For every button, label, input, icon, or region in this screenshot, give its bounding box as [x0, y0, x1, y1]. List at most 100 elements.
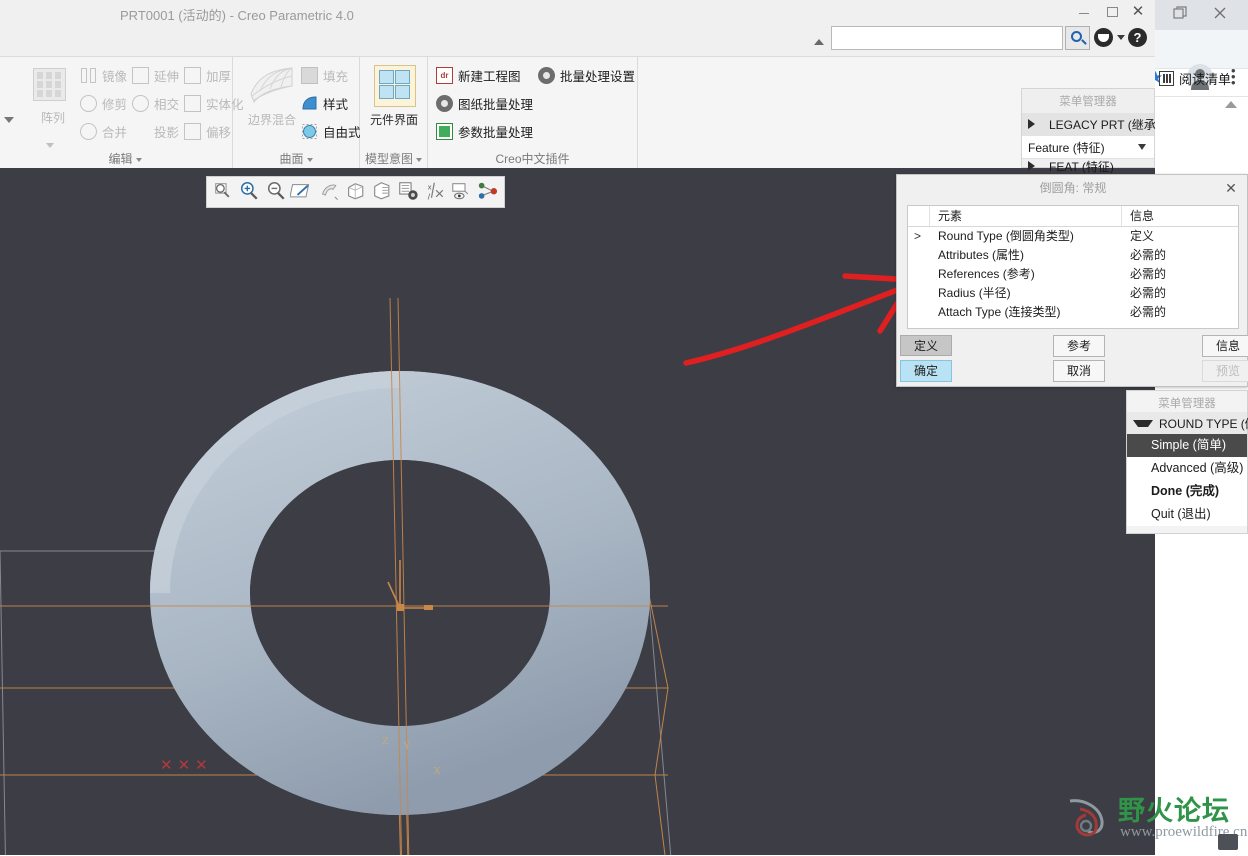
mirror-button[interactable]: 镜像 [80, 63, 127, 88]
trim-label: 修剪 [102, 98, 128, 112]
ribbon-expand-icon[interactable] [2, 112, 16, 126]
drawing-batch-icon [436, 95, 453, 112]
table-row[interactable]: > Round Type (倒圆角类型) 定义 [908, 227, 1238, 246]
solidify-icon [184, 95, 201, 112]
references-button[interactable]: 参考 [1053, 335, 1105, 357]
window-close-button[interactable]: ✕ [1124, 2, 1152, 22]
batch-settings-button[interactable]: 批量处理设置 [538, 63, 635, 88]
ribbon-group-model-intent-title[interactable]: 模型意图 [360, 150, 427, 167]
search-button[interactable] [1065, 26, 1090, 50]
table-row[interactable]: Attach Type (连接类型) 必需的 [908, 303, 1238, 322]
row-element: Round Type (倒圆角类型) [938, 229, 1074, 243]
scroll-up-icon[interactable] [1225, 101, 1237, 108]
ribbon-group-edit-title[interactable]: 编辑 [18, 150, 232, 167]
fill-label: 填充 [323, 70, 349, 84]
thicken-label: 加厚 [206, 70, 232, 84]
style-button[interactable]: 样式 [301, 91, 348, 116]
pattern-icon[interactable] [30, 65, 72, 107]
drawing-batch-button[interactable]: 图纸批量处理 [436, 91, 533, 116]
menu-item-legacy-prt[interactable]: LEGACY PRT (继承 [1022, 113, 1156, 135]
menu-item-feat[interactable]: FEAT (特征) [1022, 159, 1154, 173]
page-title: PRT0001 (活动的) - Creo Parametric 4.0 [120, 8, 354, 23]
elements-table-header: 元素 信息 [908, 206, 1238, 227]
help-icon[interactable]: ? [1128, 28, 1147, 47]
pattern-button[interactable]: 阵列 [22, 109, 84, 126]
ribbon: 阵列 镜像 延伸 加厚 修剪 相交 实体化 合并 投影 偏移 编辑 边界混合 填… [0, 56, 1155, 170]
row-element: Attach Type (连接类型) [938, 305, 1061, 319]
csys-y-label: Y [403, 740, 411, 752]
ribbon-group-surface: 边界混合 填充 样式 自由式 曲面 [233, 57, 361, 169]
offset-icon [184, 123, 201, 140]
ribbon-group-edit: 阵列 镜像 延伸 加厚 修剪 相交 实体化 合并 投影 偏移 编辑 [18, 57, 244, 169]
menu-item-done[interactable]: Done (完成) [1127, 480, 1247, 503]
offset-button[interactable]: 偏移 [184, 119, 231, 144]
extend-icon [132, 67, 149, 84]
fill-button[interactable]: 填充 [301, 63, 348, 88]
window-minimize-button[interactable] [1070, 2, 1098, 22]
close-icon[interactable]: ✕ [1221, 179, 1241, 197]
merge-icon [80, 123, 97, 140]
chevron-down-icon [135, 157, 142, 162]
thicken-button[interactable]: 加厚 [184, 63, 231, 88]
menu-item-quit[interactable]: Quit (退出) [1127, 503, 1247, 526]
cancel-button[interactable]: 取消 [1053, 360, 1105, 382]
merge-button[interactable]: 合并 [80, 119, 127, 144]
browser-restore-icon[interactable] [1171, 4, 1189, 22]
chevron-down-icon[interactable] [1138, 144, 1146, 150]
chevron-down-icon[interactable] [1117, 35, 1125, 40]
table-row[interactable]: References (参考) 必需的 [908, 265, 1238, 284]
extend-button[interactable]: 延伸 [132, 63, 179, 88]
forum-logo-icon [1069, 799, 1104, 837]
intersect-button[interactable]: 相交 [132, 91, 179, 116]
menu-item-feat-label: FEAT (特征) [1049, 159, 1114, 174]
menu-item-feature[interactable]: Feature (特征) [1022, 135, 1154, 159]
table-row[interactable]: Radius (半径) 必需的 [908, 284, 1238, 303]
project-button[interactable]: 投影 [132, 119, 179, 144]
ribbon-group-model-intent: 元件界面 模型意图 [360, 57, 428, 169]
row-info: 必需的 [1130, 305, 1167, 319]
freestyle-label: 自由式 [323, 126, 361, 140]
menu-item-simple[interactable]: Simple (简单) [1127, 434, 1247, 457]
round-type-header[interactable]: ROUND TYPE (倒 [1127, 412, 1248, 434]
component-interface-icon[interactable] [374, 65, 416, 107]
info-button[interactable]: 信息 [1202, 335, 1248, 357]
xxx-marks: ✕✕✕ [160, 756, 213, 774]
ribbon-group-surface-title[interactable]: 曲面 [233, 150, 359, 167]
reading-list-item[interactable]: 阅读清单 [1159, 64, 1248, 92]
menu-item-advanced[interactable]: Advanced (高级) [1127, 457, 1247, 480]
mirror-icon [80, 67, 97, 84]
boundary-blend-icon[interactable] [248, 63, 296, 105]
parameter-batch-button[interactable]: 参数批量处理 [436, 119, 533, 144]
project-icon [132, 123, 149, 140]
new-drawing-label: 新建工程图 [458, 70, 521, 84]
info-column-header: 信息 [1130, 209, 1155, 223]
row-marker [908, 265, 930, 284]
collapse-ribbon-icon[interactable] [810, 32, 828, 50]
row-marker [908, 246, 930, 265]
new-drawing-button[interactable]: dr 新建工程图 [436, 63, 521, 88]
marker-column-header [908, 206, 930, 226]
browser-close-icon[interactable] [1211, 4, 1229, 22]
trim-icon [80, 95, 97, 112]
account-icon[interactable] [1094, 28, 1113, 47]
chevron-down-icon [306, 157, 313, 162]
watermark-title: 野火论坛 [1118, 796, 1230, 827]
ribbon-group-creo-addin: dr 新建工程图 批量处理设置 图纸批量处理 参数批量处理 Creo中文插件 [428, 57, 638, 169]
ok-button[interactable]: 确定 [900, 360, 952, 382]
component-interface-button[interactable]: 元件界面 [362, 111, 426, 128]
boundary-blend-label: 边界混合 [247, 113, 296, 127]
elements-table: 元素 信息 > Round Type (倒圆角类型) 定义 Attributes… [907, 205, 1239, 329]
freestyle-icon [301, 123, 318, 140]
freestyle-button[interactable]: 自由式 [301, 119, 361, 144]
define-button[interactable]: 定义 [900, 335, 952, 356]
trim-button[interactable]: 修剪 [80, 91, 127, 116]
batch-settings-label: 批量处理设置 [560, 70, 636, 84]
chevron-down-icon [1133, 419, 1153, 427]
search-input[interactable] [831, 26, 1063, 50]
pattern-dropdown-icon[interactable] [46, 143, 54, 148]
style-icon [301, 95, 318, 112]
window-maximize-button[interactable] [1098, 2, 1126, 22]
creo-main-window: PRT0001 (活动的) - Creo Parametric 4.0 ✕ ? … [0, 0, 1156, 855]
row-info: 必需的 [1130, 248, 1167, 262]
table-row[interactable]: Attributes (属性) 必需的 [908, 246, 1238, 265]
